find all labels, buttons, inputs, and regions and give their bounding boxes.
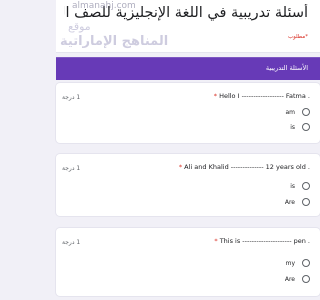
option-label: is (290, 123, 295, 131)
watermark-text-2: المناهج الإماراتية (60, 34, 169, 49)
option-label: Are (284, 198, 295, 206)
radio-option[interactable]: Are (285, 274, 310, 284)
question-label: This is --------------------- pen . (219, 237, 310, 245)
question-text: * Hello I ------------------ Fatma . (214, 92, 310, 100)
section-header: الأسئلة التدريبية (56, 57, 320, 80)
radio-option[interactable]: am (285, 107, 310, 117)
question-points: 1 درجة (62, 94, 81, 101)
question-label: Ali and Khalid -------------- 12 years o… (184, 163, 310, 171)
radio-option[interactable]: my (286, 258, 310, 268)
required-asterisk: * (213, 92, 217, 100)
required-note: *مطلوب (287, 34, 308, 40)
question-text: * This is --------------------- pen . (214, 237, 310, 245)
option-label: my (285, 259, 295, 267)
required-asterisk: * (214, 237, 218, 245)
question-text: * Ali and Khalid -------------- 12 years… (179, 163, 310, 171)
section-title: الأسئلة التدريبية (265, 64, 308, 72)
radio-button[interactable] (302, 275, 310, 283)
radio-button[interactable] (302, 198, 310, 206)
option-label: am (285, 108, 295, 116)
radio-option[interactable]: Are (285, 197, 310, 207)
radio-option[interactable]: is (290, 181, 310, 191)
form-header-card: أسئلة تدريبية في اللغة الإنجليزية للصف ا… (56, 0, 320, 53)
option-label: Are (284, 275, 295, 283)
radio-button[interactable] (302, 259, 310, 267)
radio-option[interactable]: is (290, 122, 310, 132)
radio-button[interactable] (302, 108, 310, 116)
form-title: أسئلة تدريبية في اللغة الإنجليزية للصف ا… (64, 5, 308, 21)
question-card: 1 درجة * This is --------------------- p… (56, 228, 320, 296)
question-points: 1 درجة (62, 239, 81, 246)
required-asterisk: * (178, 163, 183, 171)
question-label: Hello I ------------------ Fatma . (219, 92, 310, 100)
radio-button[interactable] (302, 123, 310, 131)
question-points: 1 درجة (62, 165, 81, 172)
question-card: 1 درجة * Hello I ------------------ Fatm… (56, 83, 320, 143)
question-card: 1 درجة * Ali and Khalid -------------- 1… (56, 154, 320, 216)
option-label: is (290, 182, 295, 190)
radio-button[interactable] (302, 182, 310, 190)
